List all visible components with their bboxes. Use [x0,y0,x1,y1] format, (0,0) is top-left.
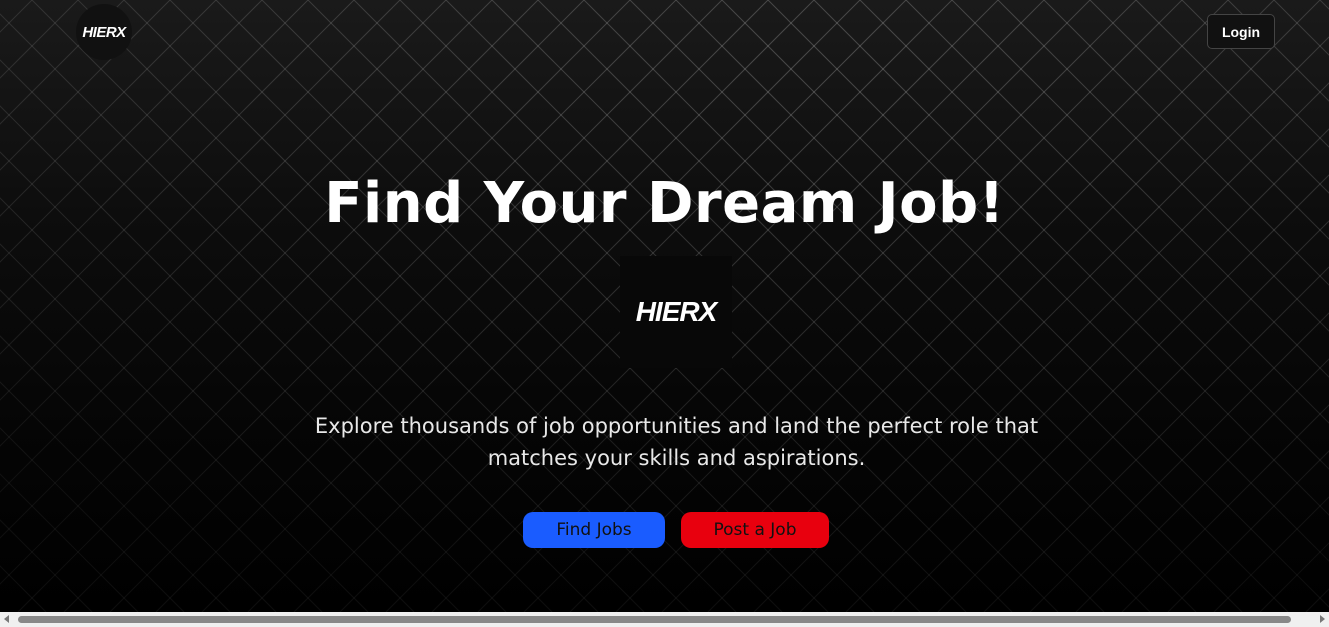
post-job-button[interactable]: Post a Job [681,512,829,548]
scrollbar-thumb[interactable] [18,616,1291,623]
logo-text: HIERX [82,23,126,41]
find-jobs-button[interactable]: Find Jobs [523,512,665,548]
header-logo[interactable]: HIERX [76,4,132,60]
scroll-right-arrow-icon[interactable] [1320,615,1325,623]
login-button[interactable]: Login [1207,14,1275,49]
hero-logo-text: HIERX [635,296,718,327]
hero-section: HIERX Login Find Your Dream Job! HIERX E… [0,0,1329,612]
scroll-left-arrow-icon[interactable] [4,615,9,623]
hero-description: Explore thousands of job opportunities a… [314,414,1039,470]
hero-headline: Find Your Dream Job! [324,171,1005,236]
horizontal-scrollbar[interactable] [0,612,1329,627]
hero-logo: HIERX [620,256,732,368]
